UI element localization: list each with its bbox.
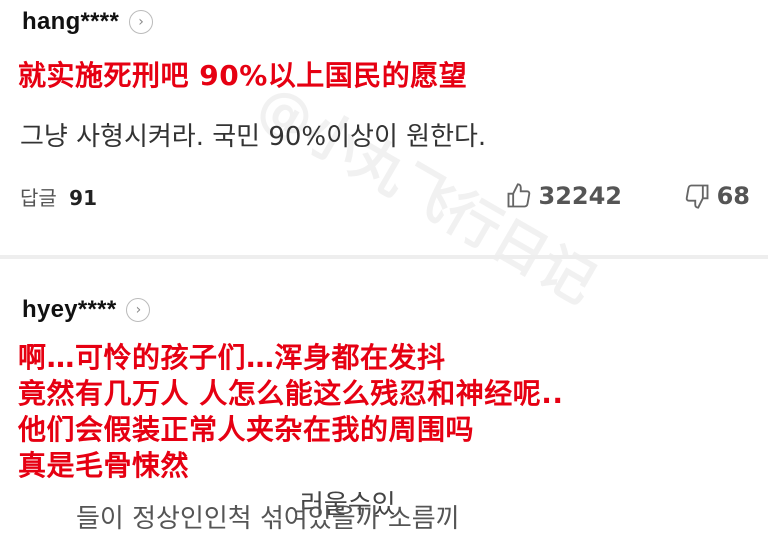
like-count: 32242 — [538, 182, 623, 210]
translation-line: 竟然有几万人 人怎么能这么残忍和神经呢.. — [18, 377, 564, 410]
chevron-right-icon[interactable]: › — [129, 10, 154, 34]
translation-text-block: 啊…可怜的孩子们…浑身都在发抖 竟然有几万人 人怎么能这么残忍和神经呢.. 他们… — [18, 340, 758, 484]
chevron-right-icon[interactable]: › — [126, 298, 151, 322]
username[interactable]: hang**** — [22, 8, 119, 36]
translation-text: 就实施死刑吧 90%以上国民的愿望 — [18, 59, 468, 92]
dislike-count: 68 — [716, 182, 750, 210]
comment-card: hang**** › 就实施死刑吧 90%以上国民的愿望 그냥 사형시켜라. 국… — [0, 0, 768, 240]
reply-count: 91 — [69, 186, 98, 210]
username[interactable]: hyey**** — [22, 296, 116, 324]
comment-header: hyey**** › — [22, 296, 151, 324]
comment-actions: 답글 91 32242 68 — [20, 182, 750, 214]
like-button[interactable]: 32242 — [505, 182, 623, 210]
comment-card: hyey**** › 러울수있 들이 정상인인척 섞여있을까 소름끼 啊…可怜的… — [0, 290, 768, 545]
reply-button[interactable]: 답글 91 — [20, 182, 97, 211]
comment-divider — [0, 255, 768, 259]
translation-line: 他们会假装正常人夹杂在我的周围吗 — [18, 413, 475, 446]
thumb-up-icon — [507, 183, 530, 208]
reply-label: 답글 — [20, 186, 57, 210]
translation-line: 啊…可怜的孩子们…浑身都在发抖 — [18, 341, 446, 374]
thumb-down-icon — [685, 184, 709, 209]
comment-text: 그냥 사형시켜라. 국민 90%이상이 원한다. — [20, 122, 487, 152]
comment-text-fragment: 들이 정상인인척 섞여있을까 소름끼 — [76, 504, 460, 534]
comment-header: hang**** › — [22, 8, 154, 36]
dislike-button[interactable]: 68 — [683, 182, 750, 210]
translation-line: 真是毛骨悚然 — [18, 449, 190, 482]
